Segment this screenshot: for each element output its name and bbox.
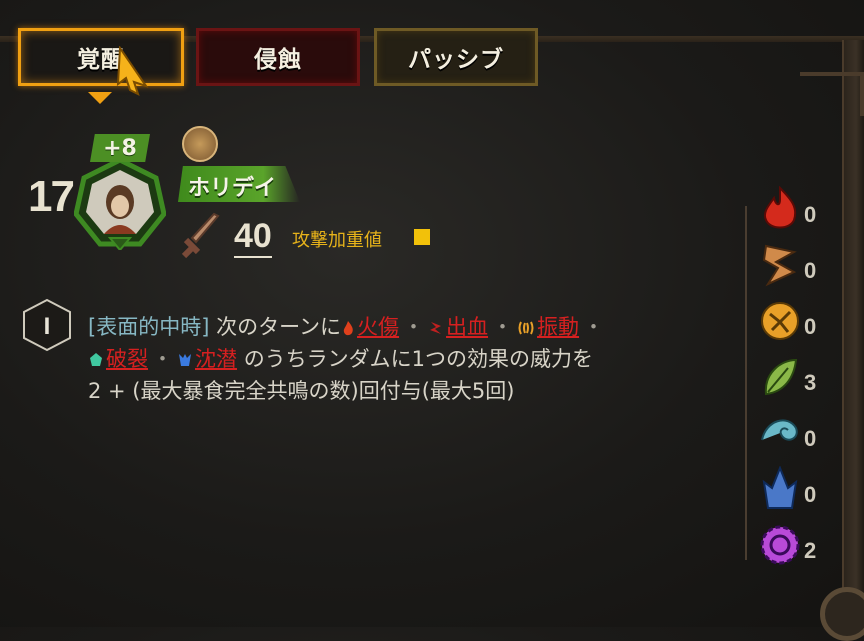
status-count: 2 — [804, 538, 817, 563]
character-level: 17 — [28, 172, 75, 221]
status-count: 3 — [804, 370, 817, 395]
tab-erosion[interactable]: 侵蝕 — [196, 28, 360, 86]
status-count: 0 — [804, 314, 817, 339]
attack-color-swatch — [414, 229, 430, 245]
status-row-wave[interactable]: 0 — [758, 410, 838, 458]
medal-icon — [182, 126, 218, 162]
leaf-icon — [764, 358, 798, 396]
status-row-gear[interactable]: 2 — [758, 522, 838, 570]
gear-icon — [760, 525, 800, 565]
tab-passive-label: パッシブ — [408, 47, 504, 73]
status-count: 0 — [804, 258, 817, 283]
skill-index: I — [44, 313, 51, 340]
separator: ・ — [152, 347, 173, 371]
upgrade-badge: +8 — [90, 134, 150, 162]
skill-description: [表面的中時] 次のターンに 火傷・出血・振動・ 破裂・沈潜 のうちランダムに1つ… — [88, 312, 708, 406]
tab-awaken[interactable]: 覚醒 — [18, 28, 184, 86]
separator: ・ — [583, 315, 605, 339]
status-divider — [745, 206, 747, 560]
skill-index-badge: I — [23, 298, 71, 352]
separator: ・ — [492, 315, 514, 339]
attack-value: 40 — [234, 216, 272, 258]
status-count: 0 — [804, 202, 817, 227]
tab-passive[interactable]: パッシブ — [374, 28, 538, 86]
status-count: 0 — [804, 482, 817, 507]
frame-corner — [800, 72, 864, 116]
separator: ・ — [403, 315, 425, 339]
effect-tremor[interactable]: 振動 — [537, 315, 579, 339]
tremor-icon — [517, 314, 535, 344]
character-name: ホリデイ — [188, 176, 277, 201]
wave-icon — [761, 419, 798, 441]
character-portrait[interactable] — [74, 158, 166, 250]
sword-icon — [181, 212, 220, 259]
pointer-cursor-icon — [116, 46, 149, 96]
status-row-tremor[interactable]: 0 — [758, 298, 838, 346]
effect-sinking[interactable]: 沈潜 — [195, 347, 237, 371]
bleed-icon — [762, 244, 797, 287]
skill-prefix: 次のターンに — [216, 315, 342, 339]
status-row-crystal[interactable]: 0 — [758, 466, 838, 514]
rupture-icon — [88, 346, 104, 376]
effect-rupture[interactable]: 破裂 — [106, 347, 148, 371]
flame-icon — [764, 186, 797, 229]
status-row-leaf[interactable]: 3 — [758, 354, 838, 402]
tremor-icon — [761, 302, 799, 340]
skill-condition-tag: [表面的中時] — [88, 315, 210, 339]
burn-icon — [341, 314, 355, 344]
sinking-icon — [177, 346, 193, 376]
tab-erosion-label: 侵蝕 — [254, 47, 302, 73]
selected-tab-pointer — [88, 92, 112, 104]
frame-right — [842, 40, 864, 600]
effect-bleed[interactable]: 出血 — [446, 315, 488, 339]
bleed-icon — [428, 314, 444, 344]
status-row-burn[interactable]: 0 — [758, 186, 838, 234]
status-count: 0 — [804, 426, 817, 451]
status-row-bleed[interactable]: 0 — [758, 242, 838, 290]
attack-label: 攻撃加重値 — [292, 230, 382, 251]
crystal-icon — [762, 466, 798, 509]
effect-burn[interactable]: 火傷 — [357, 315, 399, 339]
skill-suffix: のうちランダムに1つの効果の威力を — [243, 347, 594, 371]
frame-knob — [820, 587, 864, 641]
skill-line-3: 2 + (最大暴食完全共鳴の数)回付与(最大5回) — [88, 379, 515, 403]
